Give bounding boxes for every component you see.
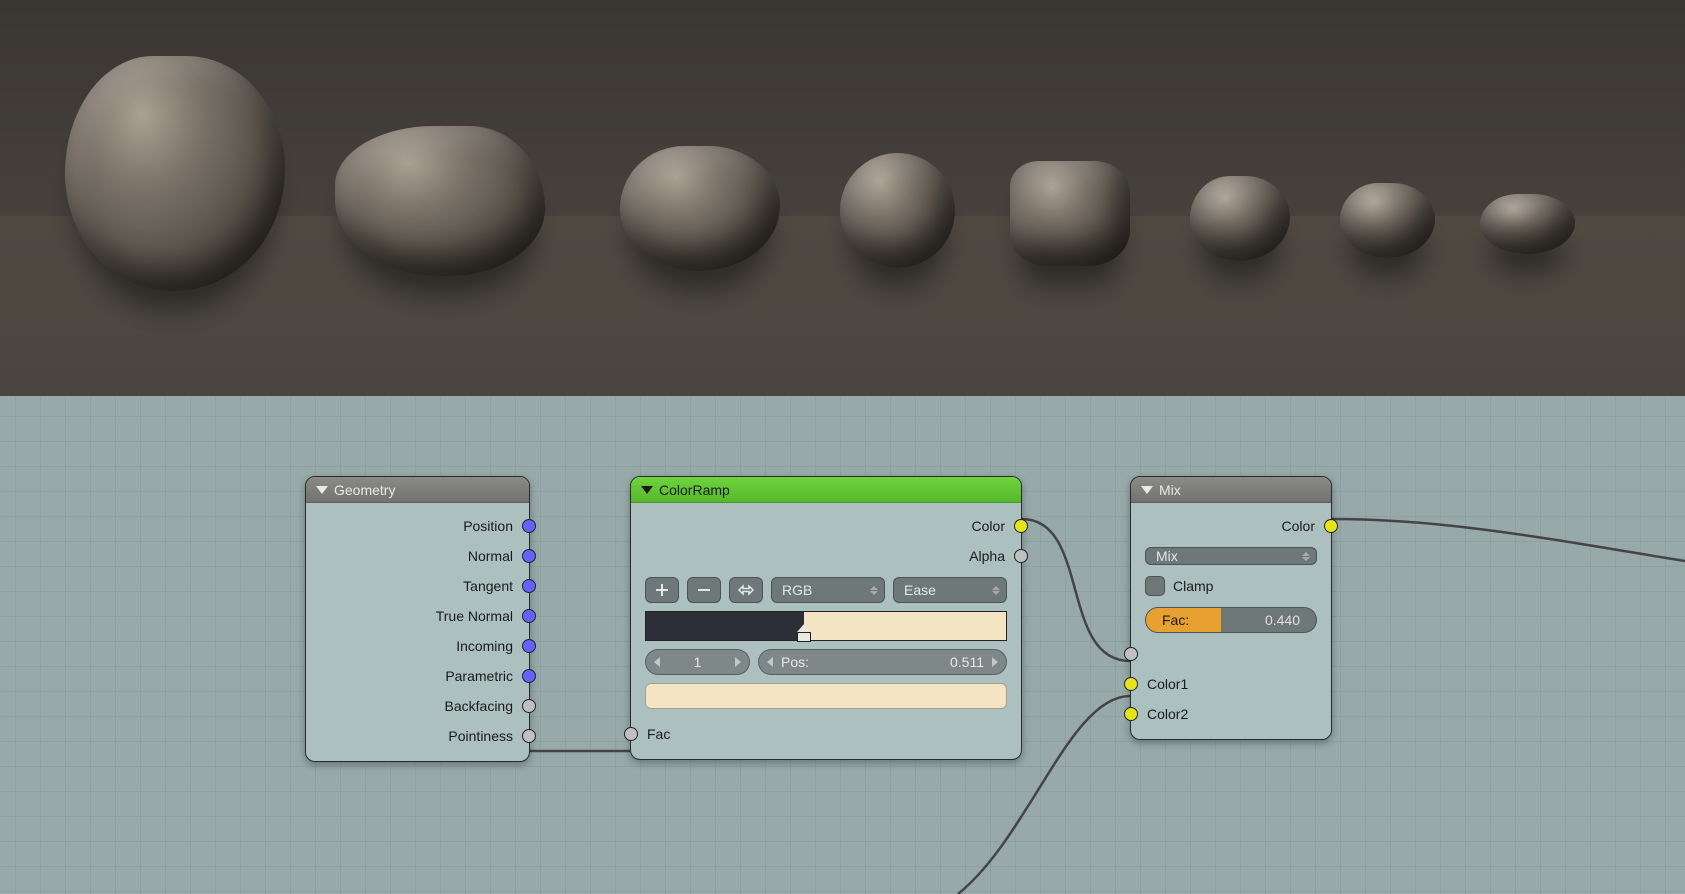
node-editor[interactable]: Geometry Position Normal Tangent True No… (0, 396, 1685, 894)
socket-label: Color1 (1147, 676, 1188, 692)
ramp-segment (646, 612, 804, 640)
rock-1 (65, 56, 285, 291)
checkbox-label: Clamp (1173, 578, 1213, 594)
flip-icon (737, 583, 755, 597)
socket-out-vector[interactable] (522, 609, 536, 623)
field-value: 0.511 (950, 654, 984, 670)
socket-label: Incoming (456, 638, 513, 654)
socket-out-vector[interactable] (522, 519, 536, 533)
collapse-icon[interactable] (1141, 486, 1153, 494)
node-geometry[interactable]: Geometry Position Normal Tangent True No… (305, 476, 530, 762)
socket-label: Color (1282, 518, 1315, 534)
socket-label: Position (463, 518, 513, 534)
rock-7 (1340, 183, 1435, 258)
socket-label: Color (972, 518, 1005, 534)
flip-ramp-button[interactable] (729, 577, 763, 603)
socket-out-color[interactable] (1014, 519, 1028, 533)
socket-out-value[interactable] (522, 699, 536, 713)
ramp-stop-handle[interactable] (797, 624, 811, 642)
field-label: Pos: (781, 654, 809, 670)
socket-out-vector[interactable] (522, 549, 536, 563)
remove-stop-button[interactable] (687, 577, 721, 603)
socket-label: Tangent (463, 578, 513, 594)
fac-slider[interactable]: Fac: 0.440 (1145, 607, 1317, 633)
chevron-right-icon[interactable] (735, 657, 741, 667)
dropdown-value: Mix (1156, 548, 1178, 564)
slider-value: 0.440 (1265, 612, 1300, 628)
socket-label: Normal (468, 548, 513, 564)
socket-out-color[interactable] (1324, 519, 1338, 533)
rock-5 (1010, 161, 1130, 266)
node-header[interactable]: Geometry (306, 477, 529, 503)
socket-label: Pointiness (448, 728, 513, 744)
socket-label: Color2 (1147, 706, 1188, 722)
socket-label: Backfacing (445, 698, 513, 714)
node-mix[interactable]: Mix Color Mix Clamp Fac: 0.440 (1130, 476, 1332, 740)
socket-out-value[interactable] (1014, 549, 1028, 563)
socket-out-vector[interactable] (522, 669, 536, 683)
chevron-right-icon[interactable] (992, 657, 998, 667)
stop-index-field[interactable]: 1 (645, 649, 750, 675)
node-title: Mix (1159, 482, 1181, 498)
rock-3 (620, 146, 780, 271)
socket-out-vector[interactable] (522, 639, 536, 653)
socket-label: Alpha (969, 548, 1005, 564)
socket-out-value[interactable] (522, 729, 536, 743)
collapse-icon[interactable] (316, 486, 328, 494)
node-colorramp[interactable]: ColorRamp Color Alpha RGB (630, 476, 1022, 760)
color-ramp-gradient[interactable] (645, 611, 1007, 641)
chevron-left-icon[interactable] (767, 657, 773, 667)
stop-position-field[interactable]: Pos: 0.511 (758, 649, 1007, 675)
color-mode-dropdown[interactable]: RGB (771, 577, 885, 603)
node-header[interactable]: ColorRamp (631, 477, 1021, 503)
chevron-left-icon[interactable] (654, 657, 660, 667)
ramp-segment (804, 612, 1006, 640)
collapse-icon[interactable] (641, 486, 653, 494)
interp-dropdown[interactable]: Ease (893, 577, 1007, 603)
node-title: Geometry (334, 482, 395, 498)
node-title: ColorRamp (659, 482, 730, 498)
socket-label: Fac (647, 726, 670, 742)
rock-2 (335, 126, 545, 276)
socket-out-vector[interactable] (522, 579, 536, 593)
rock-8 (1480, 194, 1575, 254)
plus-icon (654, 582, 670, 598)
clamp-checkbox[interactable] (1145, 576, 1165, 596)
dropdown-value: Ease (904, 582, 936, 598)
socket-label: Parametric (445, 668, 513, 684)
add-stop-button[interactable] (645, 577, 679, 603)
socket-in-color[interactable] (1124, 707, 1138, 721)
rock-6 (1190, 176, 1290, 261)
socket-in-color[interactable] (1124, 677, 1138, 691)
dropdown-value: RGB (782, 582, 812, 598)
blend-mode-dropdown[interactable]: Mix (1145, 547, 1317, 565)
minus-icon (696, 582, 712, 598)
rock-4 (840, 153, 955, 268)
stop-color-swatch[interactable] (645, 683, 1007, 709)
socket-in-value[interactable] (624, 727, 638, 741)
socket-label: True Normal (436, 608, 513, 624)
slider-label: Fac: (1162, 612, 1189, 628)
node-header[interactable]: Mix (1131, 477, 1331, 503)
render-preview (0, 0, 1685, 396)
field-value: 1 (694, 654, 702, 670)
